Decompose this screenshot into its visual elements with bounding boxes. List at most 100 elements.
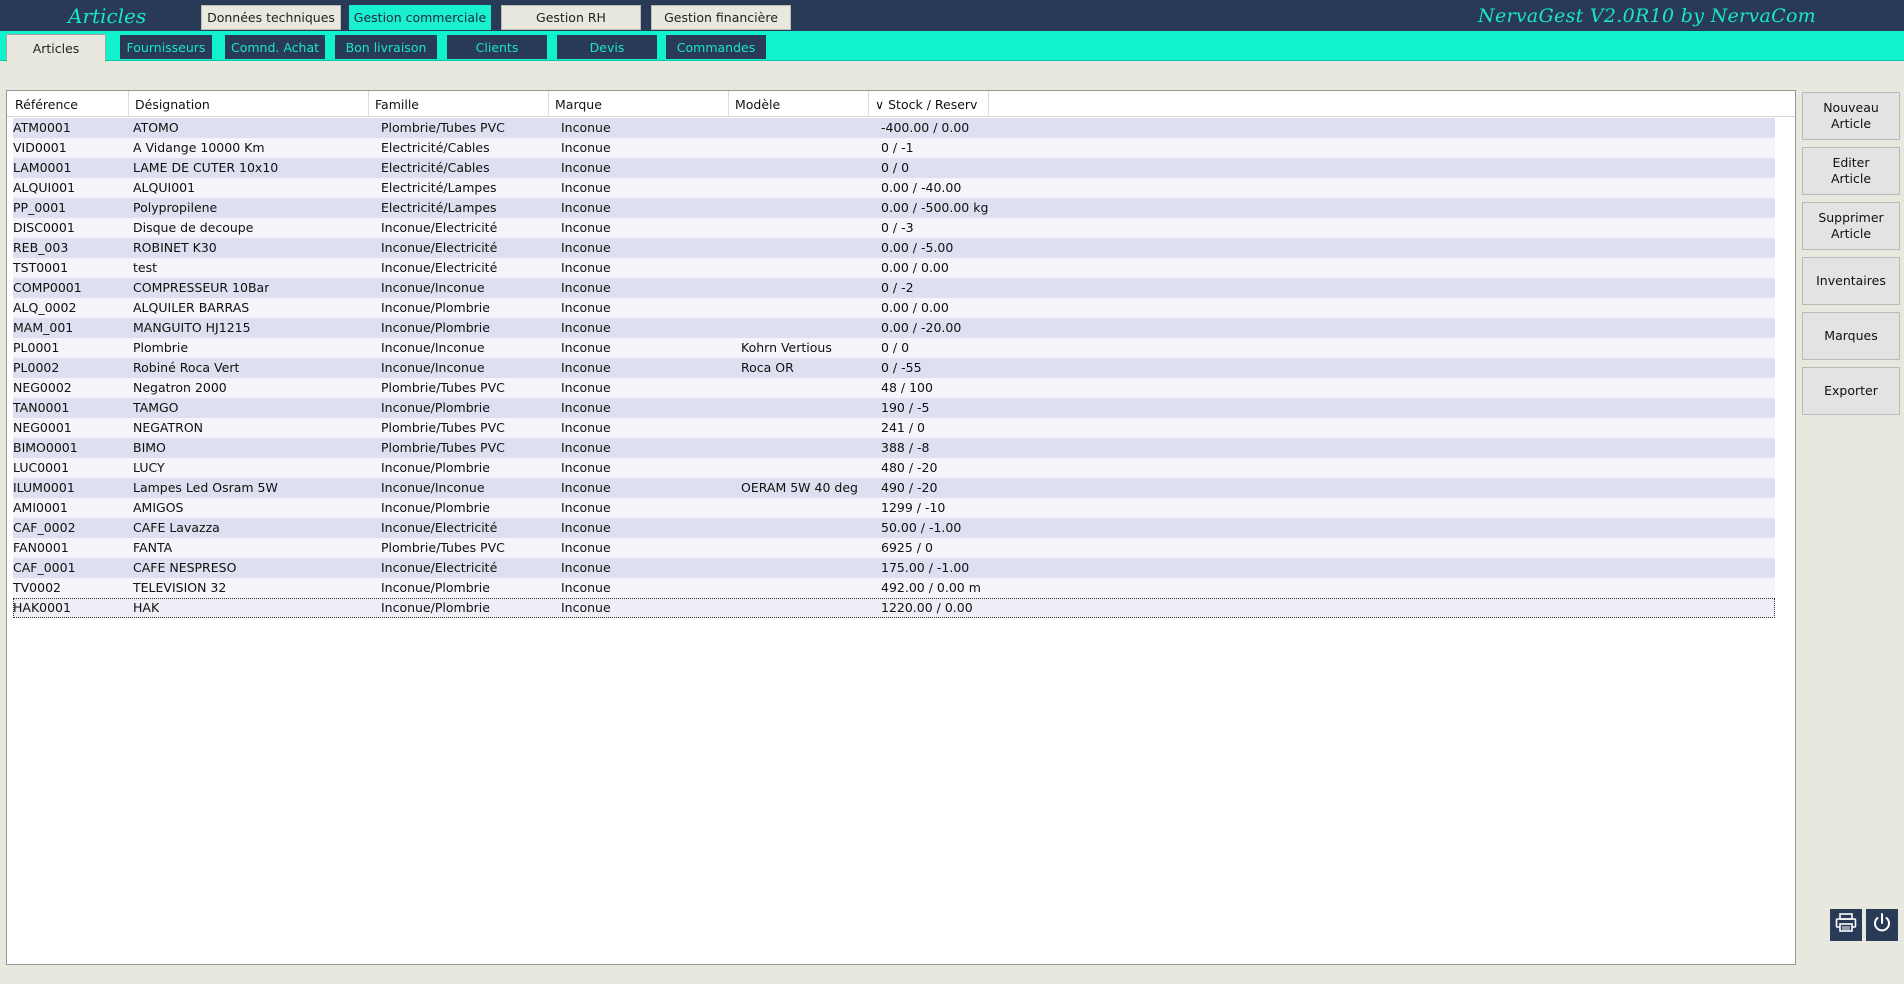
column-header-marque[interactable]: Marque: [549, 91, 729, 117]
module-tab-gestion-rh[interactable]: Gestion RH: [501, 5, 641, 30]
cell-stock-reserv: 0 / -3: [881, 220, 914, 235]
cell-stock-reserv: 0.00 / 0.00: [881, 300, 949, 315]
cell-famille: Inconue/Electricité: [381, 220, 498, 235]
export-button[interactable]: Exporter: [1802, 367, 1900, 415]
cell-marque: Inconue: [561, 440, 611, 455]
table-row[interactable]: ALQ_0002 ALQUILER BARRAS Inconue/Plombrie I…: [13, 298, 1775, 318]
cell-modele: Kohrn Vertious: [741, 340, 832, 355]
table-row[interactable]: COMP0001 COMPRESSEUR 10Bar Inconue/Inconue…: [13, 278, 1775, 298]
table-row[interactable]: PL0001 Plombrie Inconue/Inconue Inconue Kohr…: [13, 338, 1775, 358]
cell-marque: Inconue: [561, 240, 611, 255]
table-row[interactable]: VID0001 A Vidange 10000 Km Electricité/Cab…: [13, 138, 1775, 158]
cell-designation: COMPRESSEUR 10Bar: [133, 280, 270, 295]
table-row[interactable]: PL0002 Robiné Roca Vert Inconue/Inconue Inc…: [13, 358, 1775, 378]
cell-marque: Inconue: [561, 320, 611, 335]
cell-famille: Plombrie/Tubes PVC: [381, 420, 505, 435]
cell-marque: Inconue: [561, 180, 611, 195]
cell-marque: Inconue: [561, 380, 611, 395]
cell-designation: MANGUITO HJ1215: [133, 320, 251, 335]
table-row[interactable]: NEG0001 NEGATRON Plombrie/Tubes PVC Inconue…: [13, 418, 1775, 438]
module-tab-gestion-financiere[interactable]: Gestion financière: [651, 5, 791, 30]
column-header-famille[interactable]: Famille: [369, 91, 549, 117]
print-button[interactable]: [1830, 909, 1862, 941]
table-body: ATM0001 ATOMO Plombrie/Tubes PVC Inconue -40…: [13, 118, 1775, 618]
power-button[interactable]: [1866, 909, 1898, 941]
table-row[interactable]: HAK0001 HAK Inconue/Plombrie Inconue 1220.00…: [13, 598, 1775, 618]
cell-marque: Inconue: [561, 500, 611, 515]
table-row[interactable]: MAM_001 MANGUITO HJ1215 Inconue/Plombrie In…: [13, 318, 1775, 338]
cell-famille: Inconue/Plombrie: [381, 600, 490, 615]
brands-button[interactable]: Marques: [1802, 312, 1900, 360]
edit-article-button[interactable]: Editer Article: [1802, 147, 1900, 195]
cell-designation: CAFE NESPRESO: [133, 560, 237, 575]
table-row[interactable]: NEG0002 Negatron 2000 Plombrie/Tubes PVC In…: [13, 378, 1775, 398]
table-row[interactable]: LAM0001 LAME DE CUTER 10x10 Electricité/Ca…: [13, 158, 1775, 178]
table-row[interactable]: CAF_0001 CAFE NESPRESO Inconue/Electricité…: [13, 558, 1775, 578]
table-row[interactable]: BIMO0001 BIMO Plombrie/Tubes PVC Inconue 388…: [13, 438, 1775, 458]
cell-famille: Inconue/Inconue: [381, 480, 485, 495]
tab-bon-livraison[interactable]: Bon livraison: [335, 35, 437, 59]
column-header-modele[interactable]: Modèle: [729, 91, 869, 117]
delete-article-button[interactable]: Supprimer Article: [1802, 202, 1900, 250]
table-row[interactable]: TAN0001 TAMGO Inconue/Plombrie Inconue 190 /…: [13, 398, 1775, 418]
tab-comnd-achat[interactable]: Comnd. Achat: [225, 35, 325, 59]
cell-famille: Electricité/Lampes: [381, 200, 497, 215]
cell-reference: PL0002: [13, 360, 60, 375]
cell-stock-reserv: 190 / -5: [881, 400, 930, 415]
table-row[interactable]: REB_003 ROBINET K30 Inconue/Electricité Inc…: [13, 238, 1775, 258]
cell-stock-reserv: 0.00 / -500.00 kg: [881, 200, 989, 215]
tab-articles[interactable]: Articles: [6, 34, 106, 62]
column-header-designation[interactable]: Désignation: [129, 91, 369, 117]
cell-marque: Inconue: [561, 360, 611, 375]
cell-famille: Plombrie/Tubes PVC: [381, 380, 505, 395]
cell-stock-reserv: 0.00 / -20.00: [881, 320, 962, 335]
cell-designation: FANTA: [133, 540, 173, 555]
table-row[interactable]: ILUM0001 Lampes Led Osram 5W Inconue/Incon…: [13, 478, 1775, 498]
module-tab-gestion-commerciale[interactable]: Gestion commerciale: [349, 5, 491, 30]
table-row[interactable]: ATM0001 ATOMO Plombrie/Tubes PVC Inconue -40…: [13, 118, 1775, 138]
cell-famille: Inconue/Plombrie: [381, 300, 490, 315]
cell-marque: Inconue: [561, 560, 611, 575]
cell-designation: ALQUI001: [133, 180, 196, 195]
column-header-stock-reserv[interactable]: ∨ Stock / Reserv: [869, 91, 989, 117]
table-row[interactable]: ALQUI001 ALQUI001 Electricité/Lampes Inconu…: [13, 178, 1775, 198]
cell-reference: NEG0002: [13, 380, 72, 395]
table-row[interactable]: CAF_0002 CAFE Lavazza Inconue/Electricité I…: [13, 518, 1775, 538]
cell-reference: ALQ_0002: [13, 300, 77, 315]
tab-devis[interactable]: Devis: [557, 35, 657, 59]
table-row[interactable]: AMI0001 AMIGOS Inconue/Plombrie Inconue 1299…: [13, 498, 1775, 518]
cell-designation: Negatron 2000: [133, 380, 227, 395]
cell-reference: HAK0001: [13, 600, 71, 615]
cell-reference: PL0001: [13, 340, 60, 355]
tab-clients[interactable]: Clients: [447, 35, 547, 59]
cell-famille: Inconue/Inconue: [381, 340, 485, 355]
cell-reference: NEG0001: [13, 420, 72, 435]
table-row[interactable]: TST0001 test Inconue/Electricité Inconue 0.0…: [13, 258, 1775, 278]
table-row[interactable]: PP_0001 Polypropilene Electricité/Lampes In…: [13, 198, 1775, 218]
cell-famille: Inconue/Electricité: [381, 260, 498, 275]
table-row[interactable]: TV0002 TELEVISION 32 Inconue/Plombrie Incon…: [13, 578, 1775, 598]
module-tab-donnees-techniques[interactable]: Données techniques: [201, 5, 341, 30]
table-row[interactable]: DISC0001 Disque de decoupe Inconue/Electri…: [13, 218, 1775, 238]
cell-modele: OERAM 5W 40 deg: [741, 480, 858, 495]
cell-designation: Polypropilene: [133, 200, 218, 215]
cell-famille: Inconue/Electricité: [381, 240, 498, 255]
cell-stock-reserv: 0 / -55: [881, 360, 922, 375]
table-row[interactable]: FAN0001 FANTA Plombrie/Tubes PVC Inconue 692…: [13, 538, 1775, 558]
tab-commandes[interactable]: Commandes: [666, 35, 766, 59]
cell-famille: Plombrie/Tubes PVC: [381, 120, 505, 135]
column-header-reference[interactable]: Référence: [9, 91, 129, 117]
table-row[interactable]: LUC0001 LUCY Inconue/Plombrie Inconue 480 / …: [13, 458, 1775, 478]
cell-reference: TST0001: [13, 260, 69, 275]
new-article-button[interactable]: Nouveau Article: [1802, 92, 1900, 140]
inventories-button[interactable]: Inventaires: [1802, 257, 1900, 305]
cell-reference: MAM_001: [13, 320, 74, 335]
cell-designation: NEGATRON: [133, 420, 204, 435]
cell-famille: Inconue/Inconue: [381, 280, 485, 295]
top-bar: Articles Données techniques Gestion comm…: [0, 0, 1904, 31]
cell-reference: PP_0001: [13, 200, 67, 215]
tab-fournisseurs[interactable]: Fournisseurs: [120, 35, 212, 59]
cell-stock-reserv: 48 / 100: [881, 380, 933, 395]
cell-stock-reserv: 6925 / 0: [881, 540, 933, 555]
cell-marque: Inconue: [561, 280, 611, 295]
